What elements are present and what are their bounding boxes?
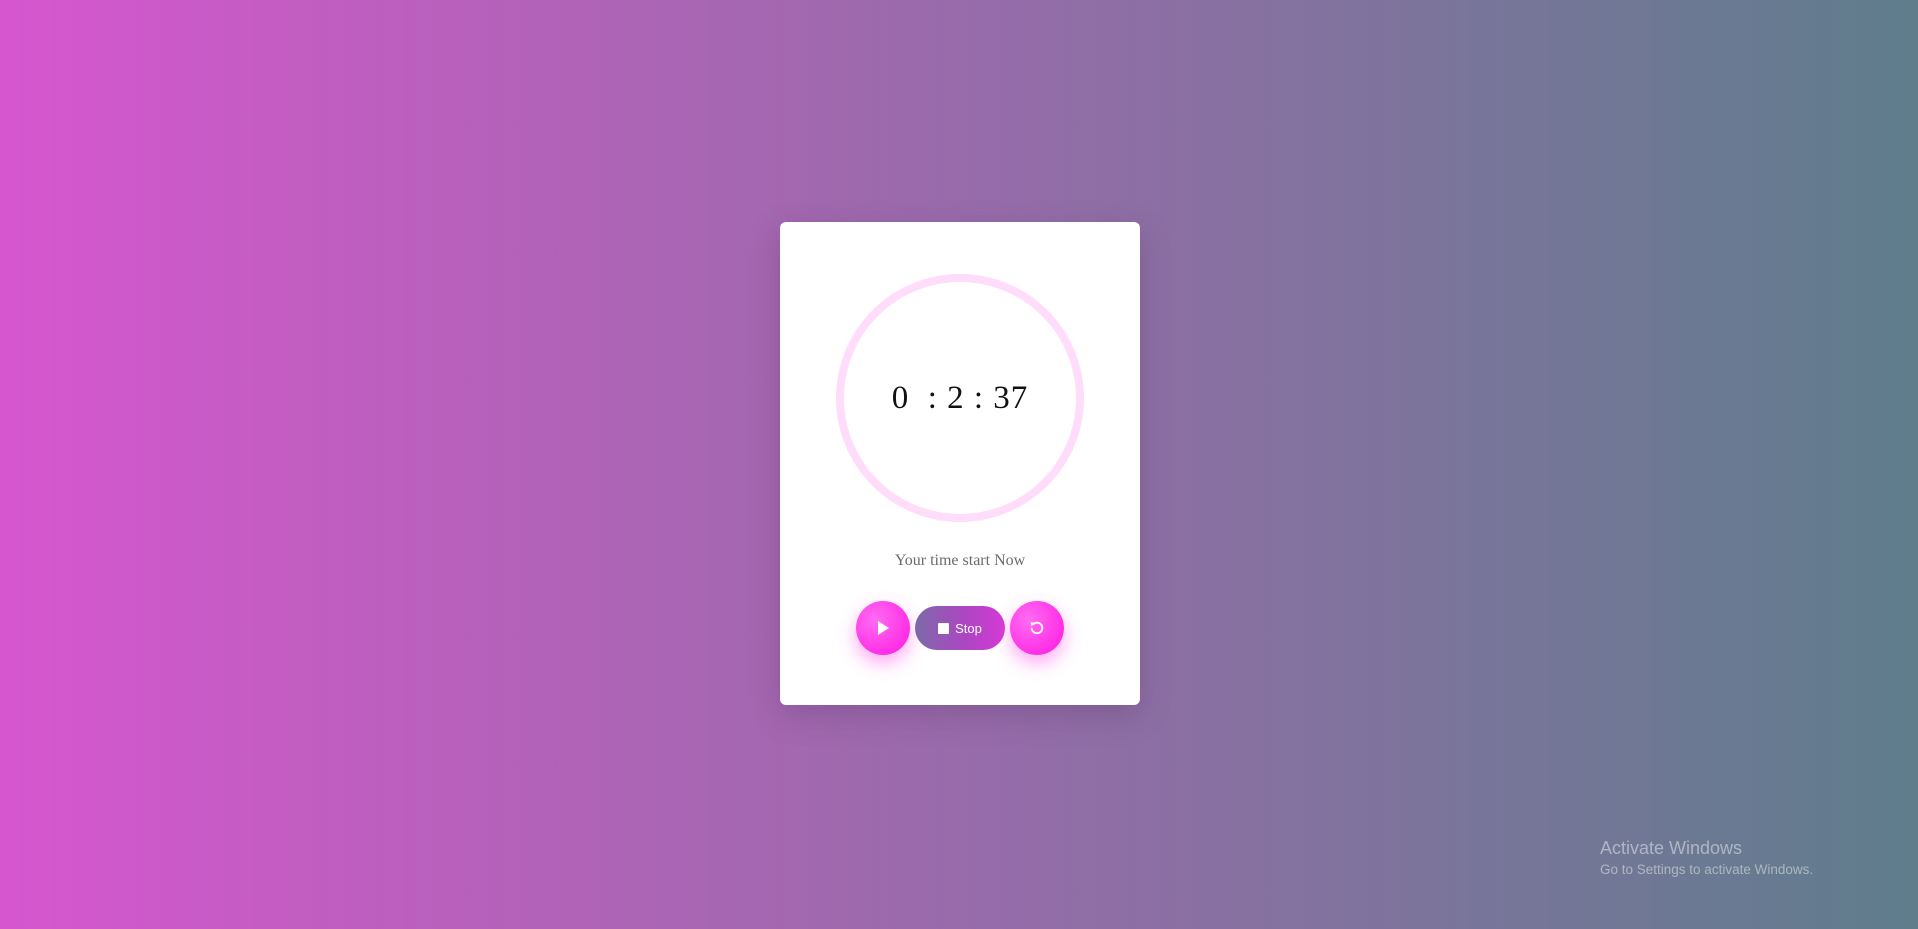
stop-icon: [938, 622, 950, 634]
reset-button[interactable]: [1010, 601, 1064, 655]
watermark-subtitle: Go to Settings to activate Windows.: [1600, 862, 1814, 877]
stop-button[interactable]: Stop: [915, 606, 1005, 650]
timer-caption: Your time start Now: [894, 552, 1026, 569]
timer-ring: 0 : 2 : 37: [836, 274, 1084, 522]
play-button[interactable]: [856, 601, 910, 655]
watermark-title: Activate Windows: [1600, 838, 1743, 858]
stop-button-label: Stop: [955, 620, 982, 636]
timer-card: 0 : 2 : 37 Your time start Now Stop: [780, 222, 1140, 705]
timer-controls: Stop: [780, 600, 1140, 656]
windows-activation-watermark: Activate Windows Go to Settings to activ…: [1600, 838, 1813, 877]
reset-icon: [1029, 620, 1045, 636]
play-icon: [876, 620, 890, 636]
timer-display: 0 : 2 : 37: [891, 379, 1029, 416]
